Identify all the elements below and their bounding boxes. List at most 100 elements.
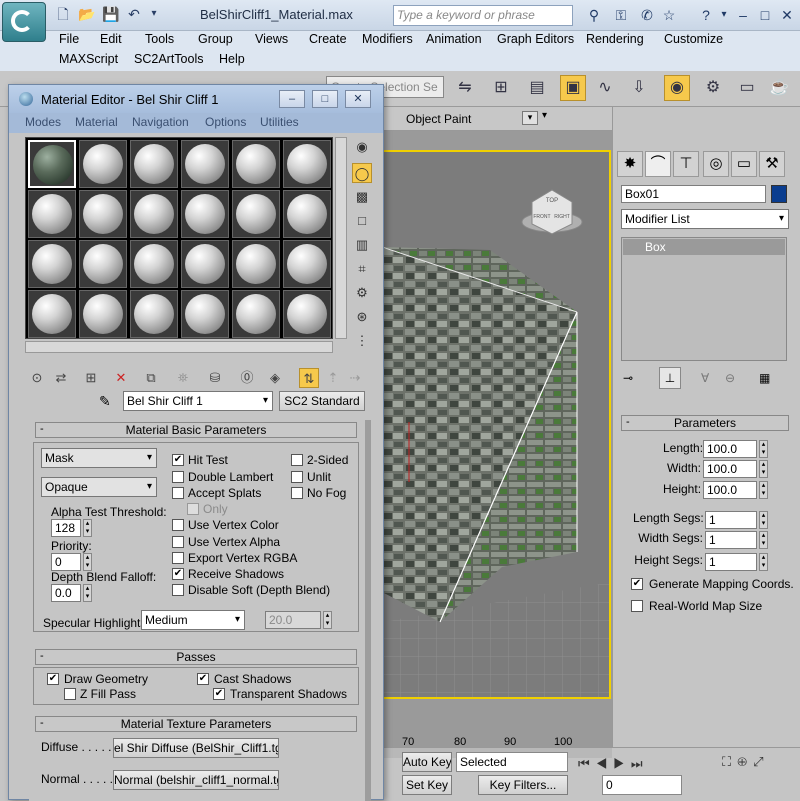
hierarchy-tab-icon[interactable]: ⊤ (673, 151, 699, 177)
material-sample-slot[interactable] (130, 140, 178, 188)
height-segs-field[interactable]: 1 (705, 553, 757, 571)
me-close-button[interactable]: ✕ (345, 90, 371, 108)
communication-center-icon[interactable]: ✆ (638, 6, 656, 24)
rendered-frame-icon[interactable]: ▭ (734, 75, 760, 101)
material-sample-slot[interactable] (79, 290, 127, 338)
stack-item-box[interactable]: Box (623, 239, 785, 255)
material-sample-slot[interactable] (130, 190, 178, 238)
key-mode-dropdown[interactable]: Selected (456, 752, 568, 772)
go-to-parent-icon[interactable]: ⇡ (323, 368, 343, 388)
material-sample-slot[interactable] (181, 190, 229, 238)
cast-shadows-checkbox[interactable]: ✔ (197, 673, 209, 685)
me-menu-material[interactable]: Material (75, 115, 118, 129)
modify-tab-icon[interactable]: ⌒ (645, 151, 671, 177)
menu-views[interactable]: Views (255, 32, 288, 46)
draw-geometry-checkbox[interactable]: ✔ (47, 673, 59, 685)
sample-type-icon[interactable]: ◉ (352, 137, 372, 157)
priority-spinner[interactable]: ▴ ▾ (83, 553, 92, 571)
depth-blend-spinner[interactable]: ▴ ▾ (83, 584, 92, 602)
alpha-test-spinner[interactable]: ▴ ▾ (83, 519, 92, 537)
depth-blend-field[interactable]: 0.0 (51, 584, 81, 602)
specular-spinner[interactable]: ▴ ▾ (323, 611, 332, 629)
parameters-rollout-header[interactable]: - Parameters (621, 415, 789, 431)
only-checkbox[interactable] (187, 503, 199, 515)
configure-modifier-sets-icon[interactable]: ▦ (759, 371, 770, 385)
opacity-dropdown[interactable]: Opaque (41, 477, 157, 497)
length-spinner[interactable]: ▴ ▾ (759, 440, 768, 458)
material-sample-slot[interactable] (79, 190, 127, 238)
material-sample-slot[interactable] (232, 190, 280, 238)
open-file-icon[interactable]: 📂 (78, 6, 95, 22)
me-maximize-button[interactable]: □ (312, 90, 338, 108)
material-sample-slot[interactable] (28, 190, 76, 238)
basic-params-rollout-header[interactable]: - Material Basic Parameters (35, 422, 357, 438)
auto-key-button[interactable]: Auto Key (402, 752, 452, 772)
undo-icon[interactable]: ↶ (126, 6, 142, 22)
make-unique-icon-me[interactable]: ⛯ (173, 368, 193, 388)
go-forward-sibling-icon[interactable]: ⇢ (345, 368, 365, 388)
hit-test-checkbox[interactable]: ✔ (172, 454, 184, 466)
graphite-toggle-icon[interactable]: ▣ (560, 75, 586, 101)
material-sample-slot[interactable] (181, 240, 229, 288)
render-setup-icon[interactable]: ⚙ (700, 75, 726, 101)
length-segs-spinner[interactable]: ▴ ▾ (759, 511, 768, 529)
backlight-icon[interactable]: ◯ (352, 163, 372, 183)
viewcube-front-label[interactable]: FRONT (533, 214, 550, 220)
material-sample-slot[interactable] (130, 290, 178, 338)
material-id-channel-icon[interactable]: ⓪ (237, 368, 257, 388)
height-field[interactable]: 100.0 (703, 481, 757, 499)
me-menu-modes[interactable]: Modes (25, 115, 61, 129)
generate-mapping-checkbox[interactable]: ✔ (631, 578, 643, 590)
diffuse-map-button[interactable]: el Shir Diffuse (BelShir_Cliff1.tga) (113, 738, 279, 758)
make-preview-icon[interactable]: ⌗ (352, 259, 372, 279)
material-sample-slot[interactable] (79, 240, 127, 288)
transparent-shadows-checkbox[interactable]: ✔ (213, 688, 225, 700)
search-input[interactable]: Type a keyword or phrase (393, 5, 573, 26)
viewcube-top-label[interactable]: TOP (546, 198, 558, 204)
get-material-icon[interactable]: ⊙ (27, 368, 47, 388)
double-lambert-checkbox[interactable] (172, 471, 184, 483)
material-editor-titlebar[interactable]: Material Editor - Bel Shir Cliff 1 – □ ✕ (9, 85, 383, 113)
real-world-map-checkbox[interactable] (631, 600, 643, 612)
material-type-button[interactable]: SC2 Standard (279, 391, 365, 411)
two-sided-checkbox[interactable] (291, 454, 303, 466)
schematic-view-icon[interactable]: ⇩ (626, 75, 652, 101)
me-menu-navigation[interactable]: Navigation (132, 115, 189, 129)
material-sample-slot[interactable] (130, 240, 178, 288)
priority-field[interactable]: 0 (51, 553, 81, 571)
material-map-navigator-icon[interactable]: ⋮ (352, 331, 372, 351)
menu-tools[interactable]: Tools (145, 32, 174, 46)
material-sample-slot[interactable] (283, 240, 331, 288)
material-name-field[interactable]: Bel Shir Cliff 1 (123, 391, 273, 411)
menu-edit[interactable]: Edit (100, 32, 122, 46)
new-file-icon[interactable]: 🗋 (55, 6, 71, 22)
material-sample-slot[interactable] (232, 290, 280, 338)
receive-shadows-checkbox[interactable]: ✔ (172, 568, 184, 580)
slots-horizontal-scrollbar[interactable] (25, 341, 333, 353)
menu-customize[interactable]: Customize (664, 32, 723, 46)
specular-dropdown[interactable]: Medium (141, 610, 245, 630)
length-field[interactable]: 100.0 (703, 440, 757, 458)
material-sample-slot[interactable] (181, 290, 229, 338)
no-fog-checkbox[interactable] (291, 487, 303, 499)
create-tab-icon[interactable]: ✸ (617, 151, 643, 177)
save-file-icon[interactable]: 💾 (102, 6, 119, 22)
modifier-list-dropdown[interactable]: Modifier List (621, 209, 789, 229)
me-menu-options[interactable]: Options (205, 115, 246, 129)
height-spinner[interactable]: ▴ ▾ (759, 481, 768, 499)
close-icon[interactable]: ✕ (778, 6, 796, 24)
utilities-tab-icon[interactable]: ⚒ (759, 151, 785, 177)
layers-icon[interactable]: ▤ (524, 75, 550, 101)
use-vertex-alpha-checkbox[interactable] (172, 536, 184, 548)
me-minimize-button[interactable]: – (279, 90, 305, 108)
ribbon-options-icon[interactable]: ▾ (542, 110, 547, 121)
material-sample-slot[interactable] (28, 240, 76, 288)
mirror-icon[interactable]: ⇋ (452, 75, 478, 101)
help-icon[interactable]: ? (697, 6, 715, 24)
options-icon[interactable]: ⚙ (352, 283, 372, 303)
remove-modifier-icon[interactable]: ⊖ (725, 371, 735, 385)
disable-soft-checkbox[interactable] (172, 584, 184, 596)
binoculars-icon[interactable]: ⚲ (585, 6, 603, 24)
width-segs-spinner[interactable]: ▴ ▾ (759, 531, 768, 549)
width-spinner[interactable]: ▴ ▾ (759, 460, 768, 478)
